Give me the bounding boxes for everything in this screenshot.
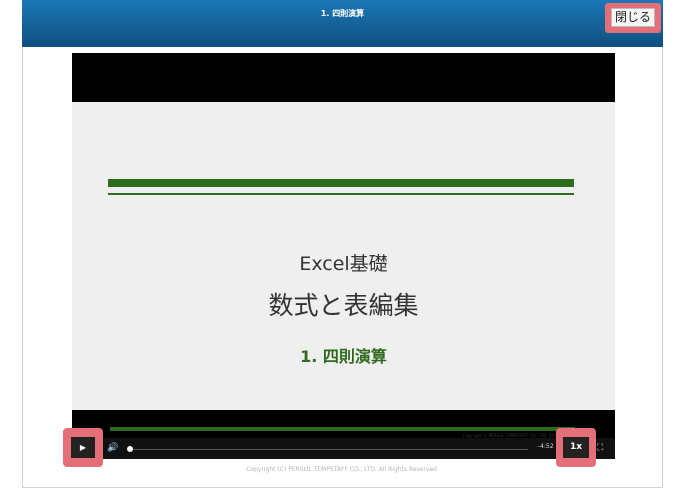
rate-button-highlight: 1x [556,428,596,467]
video-player[interactable]: Excel基礎 数式と表編集 1. 四則演算 Copyright © PERSO… [72,53,615,459]
fullscreen-icon[interactable]: ⛶ [597,442,603,454]
play-button-highlight: ▶ [63,428,103,467]
close-button[interactable]: 閉じる [611,8,655,27]
progress-bar[interactable] [128,449,528,450]
slide-title-line1: Excel基礎 [299,253,388,275]
playback-rate-button[interactable]: 1x [563,437,589,458]
volume-icon[interactable]: 🔊 [107,442,118,454]
play-button[interactable]: ▶ [71,437,95,458]
slide-rule-bottom [110,427,575,431]
page-title: 1. 四則演算 [320,9,365,18]
time-remaining: -4:52 [538,443,554,450]
slide-frame: Excel基礎 数式と表編集 1. 四則演算 Copyright © PERSO… [72,102,615,438]
slide-title-line2: 数式と表編集 [268,291,419,320]
slide-rule-top-thin [108,193,574,195]
close-button-highlight: 閉じる [605,3,661,33]
slide-subtitle: 1. 四則演算 [300,347,387,366]
play-icon: ▶ [79,443,87,452]
progress-handle[interactable] [127,446,133,452]
header-bar: 1. 四則演算 [22,0,663,47]
footer-copyright: Copyright (C) PERSOL TEMPSTAFF CO., LTD.… [246,466,439,473]
control-bar: 🔊 -4:52 ⛶ [72,438,615,459]
slide-rule-top [108,179,574,187]
